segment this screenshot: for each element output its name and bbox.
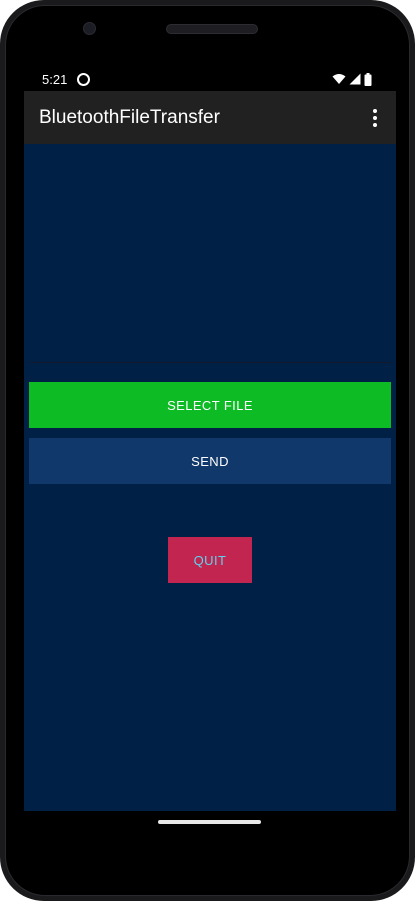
app-screen: 5:21 BluetoothFileTransfer SELECT FILE S…	[24, 66, 396, 811]
front-camera	[83, 22, 96, 35]
quit-button[interactable]: QUIT	[168, 537, 252, 583]
app-title: BluetoothFileTransfer	[39, 107, 220, 128]
menu-dot	[373, 109, 377, 113]
status-time: 5:21	[42, 72, 68, 87]
battery-icon	[364, 72, 372, 86]
content-area: SELECT FILE SEND QUIT	[24, 144, 396, 811]
status-bar: 5:21	[24, 66, 396, 91]
notification-icon	[77, 73, 90, 86]
earpiece-speaker	[166, 24, 258, 34]
send-button[interactable]: SEND	[29, 438, 391, 484]
file-info-text-area	[29, 144, 391, 363]
menu-dot	[373, 123, 377, 127]
overflow-menu-icon[interactable]	[364, 106, 386, 130]
select-file-button[interactable]: SELECT FILE	[29, 382, 391, 428]
wifi-icon	[332, 74, 346, 84]
app-toolbar: BluetoothFileTransfer	[24, 91, 396, 144]
phone-frame: 5:21 BluetoothFileTransfer SELECT FILE S…	[0, 0, 415, 901]
home-gesture-bar[interactable]	[158, 820, 261, 824]
signal-icon	[349, 73, 361, 85]
status-icons	[332, 72, 372, 86]
menu-dot	[373, 116, 377, 120]
